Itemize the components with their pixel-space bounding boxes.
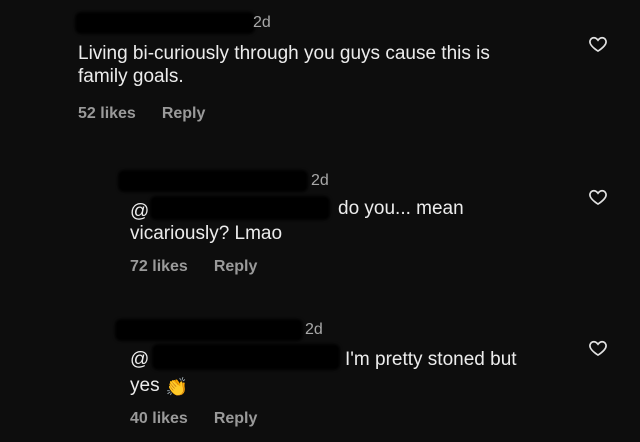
- comment-text-line: Living bi-curiously through you guys cau…: [78, 43, 490, 64]
- comment-meta: 72 likes Reply: [130, 258, 257, 276]
- likes-count[interactable]: 40 likes: [130, 410, 188, 427]
- reply-button[interactable]: Reply: [162, 105, 206, 122]
- redacted-username: [118, 170, 308, 192]
- comment-text-line: vicariously? Lmao: [130, 223, 283, 244]
- clapping-hands-icon: 👏: [165, 377, 188, 397]
- comment-timestamp: 2d: [311, 172, 329, 189]
- comment-text-line: yes 👏: [130, 374, 188, 399]
- comment-text: Living bi-curiously through you guys cau…: [78, 42, 490, 88]
- comment-text-line: I'm pretty stoned but: [345, 349, 517, 370]
- mention-at[interactable]: @: [130, 200, 149, 223]
- heart-icon[interactable]: [588, 187, 608, 207]
- likes-count[interactable]: 52 likes: [78, 105, 136, 122]
- redacted-mention: [150, 196, 330, 220]
- redacted-mention: [152, 344, 340, 370]
- comment-text-line: family goals.: [78, 66, 184, 87]
- reply-button[interactable]: Reply: [214, 258, 258, 275]
- comment-meta: 52 likes Reply: [78, 105, 205, 123]
- mention-at[interactable]: @: [130, 348, 149, 371]
- redacted-username: [75, 12, 255, 34]
- heart-icon[interactable]: [588, 34, 608, 54]
- comment-text-line: do you... mean: [338, 198, 464, 219]
- redacted-username: [115, 319, 303, 341]
- comment-meta: 40 likes Reply: [130, 410, 257, 428]
- comment-text-yes: yes: [130, 375, 160, 396]
- reply-button[interactable]: Reply: [214, 410, 258, 427]
- likes-count[interactable]: 72 likes: [130, 258, 188, 275]
- comment-timestamp: 2d: [305, 321, 323, 338]
- comment-timestamp: 2d: [253, 14, 271, 31]
- heart-icon[interactable]: [588, 338, 608, 358]
